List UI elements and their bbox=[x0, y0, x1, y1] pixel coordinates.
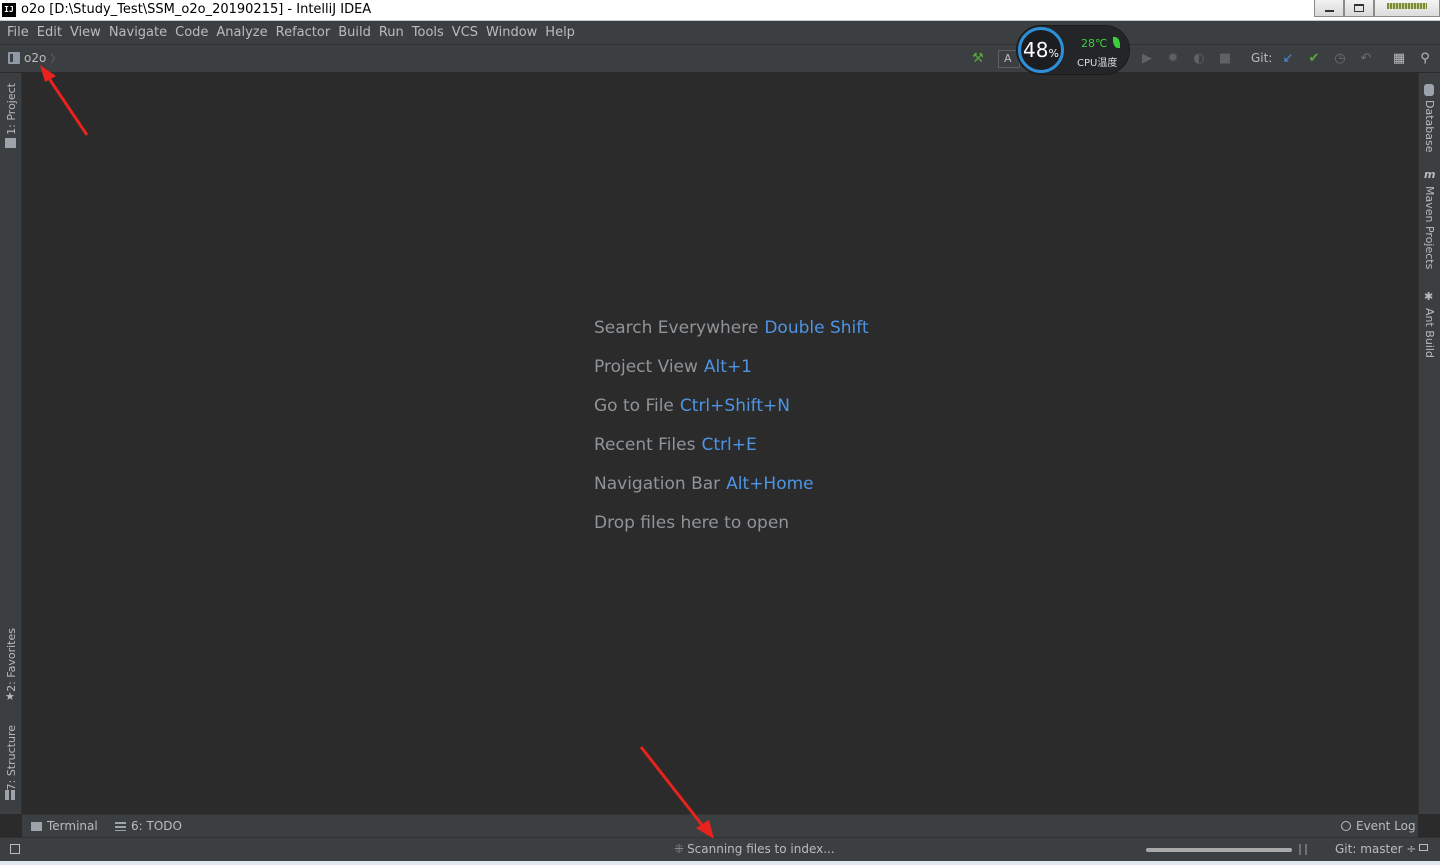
hint-navigation-bar: Navigation Bar Alt+Home bbox=[594, 474, 869, 513]
hint-go-to-file: Go to File Ctrl+Shift+N bbox=[594, 396, 869, 435]
stop-icon[interactable]: ■ bbox=[1217, 51, 1233, 67]
git-history-icon[interactable]: ◷ bbox=[1332, 51, 1348, 67]
cpu-usage-unit: % bbox=[1048, 46, 1059, 60]
intellij-app-icon: IJ bbox=[2, 3, 16, 17]
lock-icon[interactable] bbox=[1419, 844, 1428, 851]
tab-project[interactable]: 1: Project bbox=[5, 83, 18, 135]
hint-drop-files: Drop files here to open bbox=[594, 513, 869, 552]
breadcrumb-project[interactable]: o2o bbox=[24, 51, 46, 65]
hint-label: Project View bbox=[594, 357, 698, 377]
tab-favorites[interactable]: 2: Favorites bbox=[5, 628, 18, 692]
tab-ant-build[interactable]: Ant Build bbox=[1423, 308, 1436, 358]
hint-shortcut: Ctrl+E bbox=[701, 435, 757, 455]
spinner-icon: ⁜ bbox=[674, 842, 685, 856]
menu-help[interactable]: Help bbox=[541, 21, 579, 44]
left-tool-window-strip: 1: Project 2: Favorites ★ 7: Structure bbox=[0, 73, 22, 814]
project-folder-icon bbox=[5, 138, 16, 148]
git-commit-icon[interactable]: ✔ bbox=[1306, 51, 1322, 67]
hint-shortcut: Alt+1 bbox=[703, 357, 752, 377]
navigation-toolbar: o2o 〉 ⚒ A ▶ ✹ ◐ ■ Git: ↙ ✔ ◷ ↶ ▦ ⚲ bbox=[0, 44, 1440, 73]
menu-build[interactable]: Build bbox=[334, 21, 375, 44]
hint-project-view: Project View Alt+1 bbox=[594, 357, 869, 396]
os-taskbar-edge bbox=[0, 861, 1440, 865]
status-message-text: Scanning files to index... bbox=[687, 842, 835, 856]
menu-refactor[interactable]: Refactor bbox=[272, 21, 335, 44]
menu-window[interactable]: Window bbox=[482, 21, 541, 44]
project-folder-icon bbox=[8, 52, 20, 64]
menu-bar: File Edit View Navigate Code Analyze Ref… bbox=[0, 21, 1440, 44]
minimize-button[interactable] bbox=[1314, 0, 1344, 17]
bottom-tool-window-bar: Terminal 6: TODO Event Log bbox=[22, 814, 1418, 837]
search-icon[interactable]: ⚲ bbox=[1417, 51, 1433, 67]
status-message: ⁜ Scanning files to index... bbox=[674, 842, 835, 856]
status-bar: ⁜ Scanning files to index... Git: master … bbox=[0, 837, 1440, 861]
hint-shortcut: Double Shift bbox=[764, 318, 869, 338]
menu-view[interactable]: View bbox=[66, 21, 105, 44]
annotation-arrow-status bbox=[639, 746, 714, 839]
hint-label: Navigation Bar bbox=[594, 474, 721, 494]
indexing-progress-bar bbox=[1146, 848, 1292, 852]
annotation-arrow-breadcrumb bbox=[40, 65, 89, 136]
todo-list-icon bbox=[115, 821, 126, 831]
tab-event-log[interactable]: Event Log bbox=[1341, 819, 1416, 833]
pause-icon[interactable] bbox=[1299, 844, 1307, 855]
run-icon[interactable]: ▶ bbox=[1139, 51, 1155, 67]
hint-label: Go to File bbox=[594, 396, 674, 416]
menu-run[interactable]: Run bbox=[375, 21, 408, 44]
hint-search-everywhere: Search Everywhere Double Shift bbox=[594, 318, 869, 357]
event-log-icon bbox=[1341, 821, 1351, 831]
menu-file[interactable]: File bbox=[3, 21, 33, 44]
tab-database[interactable]: Database bbox=[1423, 100, 1436, 153]
menu-analyze[interactable]: Analyze bbox=[212, 21, 271, 44]
git-branch-widget[interactable]: Git: master ÷ bbox=[1335, 842, 1416, 856]
terminal-icon bbox=[31, 821, 42, 831]
toggle-tool-windows-icon[interactable] bbox=[10, 844, 20, 854]
hint-label: Recent Files bbox=[594, 435, 696, 455]
hint-shortcut: Ctrl+Shift+N bbox=[679, 396, 790, 416]
indexing-progress-fill bbox=[1146, 848, 1292, 852]
coverage-icon[interactable]: ◐ bbox=[1191, 51, 1207, 67]
cpu-temperature-label: CPU温度 bbox=[1077, 58, 1118, 69]
structure-icon bbox=[5, 790, 15, 800]
star-icon: ★ bbox=[5, 690, 15, 703]
git-update-icon[interactable]: ↙ bbox=[1280, 51, 1296, 67]
editor-hints: Search Everywhere Double Shift Project Vi… bbox=[594, 318, 869, 552]
menu-edit[interactable]: Edit bbox=[33, 21, 66, 44]
window-title: o2o [D:\Study_Test\SSM_o2o_20190215] - I… bbox=[21, 2, 372, 17]
tab-terminal-label: Terminal bbox=[47, 819, 98, 833]
menu-vcs[interactable]: VCS bbox=[448, 21, 482, 44]
tab-event-log-label: Event Log bbox=[1356, 819, 1416, 833]
window-titlebar: IJ o2o [D:\Study_Test\SSM_o2o_20190215] … bbox=[0, 0, 1440, 21]
hint-shortcut: Alt+Home bbox=[726, 474, 814, 494]
tab-maven-projects[interactable]: Maven Projects bbox=[1423, 186, 1436, 269]
maven-icon: m bbox=[1424, 168, 1436, 181]
tab-terminal[interactable]: Terminal bbox=[31, 819, 98, 833]
tab-todo-label: 6: TODO bbox=[131, 819, 182, 833]
cpu-usage-ring: 48% bbox=[1018, 27, 1064, 73]
menu-tools[interactable]: Tools bbox=[408, 21, 448, 44]
tab-structure[interactable]: 7: Structure bbox=[5, 725, 18, 790]
database-icon bbox=[1424, 84, 1434, 96]
build-hammer-icon[interactable]: ⚒ bbox=[970, 51, 986, 67]
right-tool-window-strip: Database m Maven Projects ✱ Ant Build bbox=[1418, 73, 1440, 814]
cpu-temperature: 28℃ bbox=[1081, 37, 1108, 50]
leaf-icon bbox=[1113, 37, 1120, 48]
menu-navigate[interactable]: Navigate bbox=[105, 21, 171, 44]
project-structure-icon[interactable]: ▦ bbox=[1391, 51, 1407, 67]
close-button[interactable] bbox=[1374, 0, 1440, 17]
hint-recent-files: Recent Files Ctrl+E bbox=[594, 435, 869, 474]
tab-todo[interactable]: 6: TODO bbox=[115, 819, 182, 833]
editor-empty-area[interactable]: Search Everywhere Double Shift Project Vi… bbox=[22, 73, 1418, 814]
hint-label: Search Everywhere bbox=[594, 318, 759, 338]
maximize-button[interactable] bbox=[1344, 0, 1374, 17]
debug-icon[interactable]: ✹ bbox=[1165, 51, 1181, 67]
window-controls bbox=[1314, 0, 1440, 19]
ant-icon: ✱ bbox=[1424, 290, 1434, 303]
cpu-usage-value: 48 bbox=[1023, 38, 1049, 62]
git-revert-icon[interactable]: ↶ bbox=[1358, 51, 1374, 67]
git-label: Git: bbox=[1251, 51, 1273, 65]
hint-label: Drop files here to open bbox=[594, 513, 790, 533]
menu-code[interactable]: Code bbox=[171, 21, 212, 44]
cpu-monitor-widget[interactable]: 48% 28℃ CPU温度 bbox=[1016, 25, 1130, 75]
